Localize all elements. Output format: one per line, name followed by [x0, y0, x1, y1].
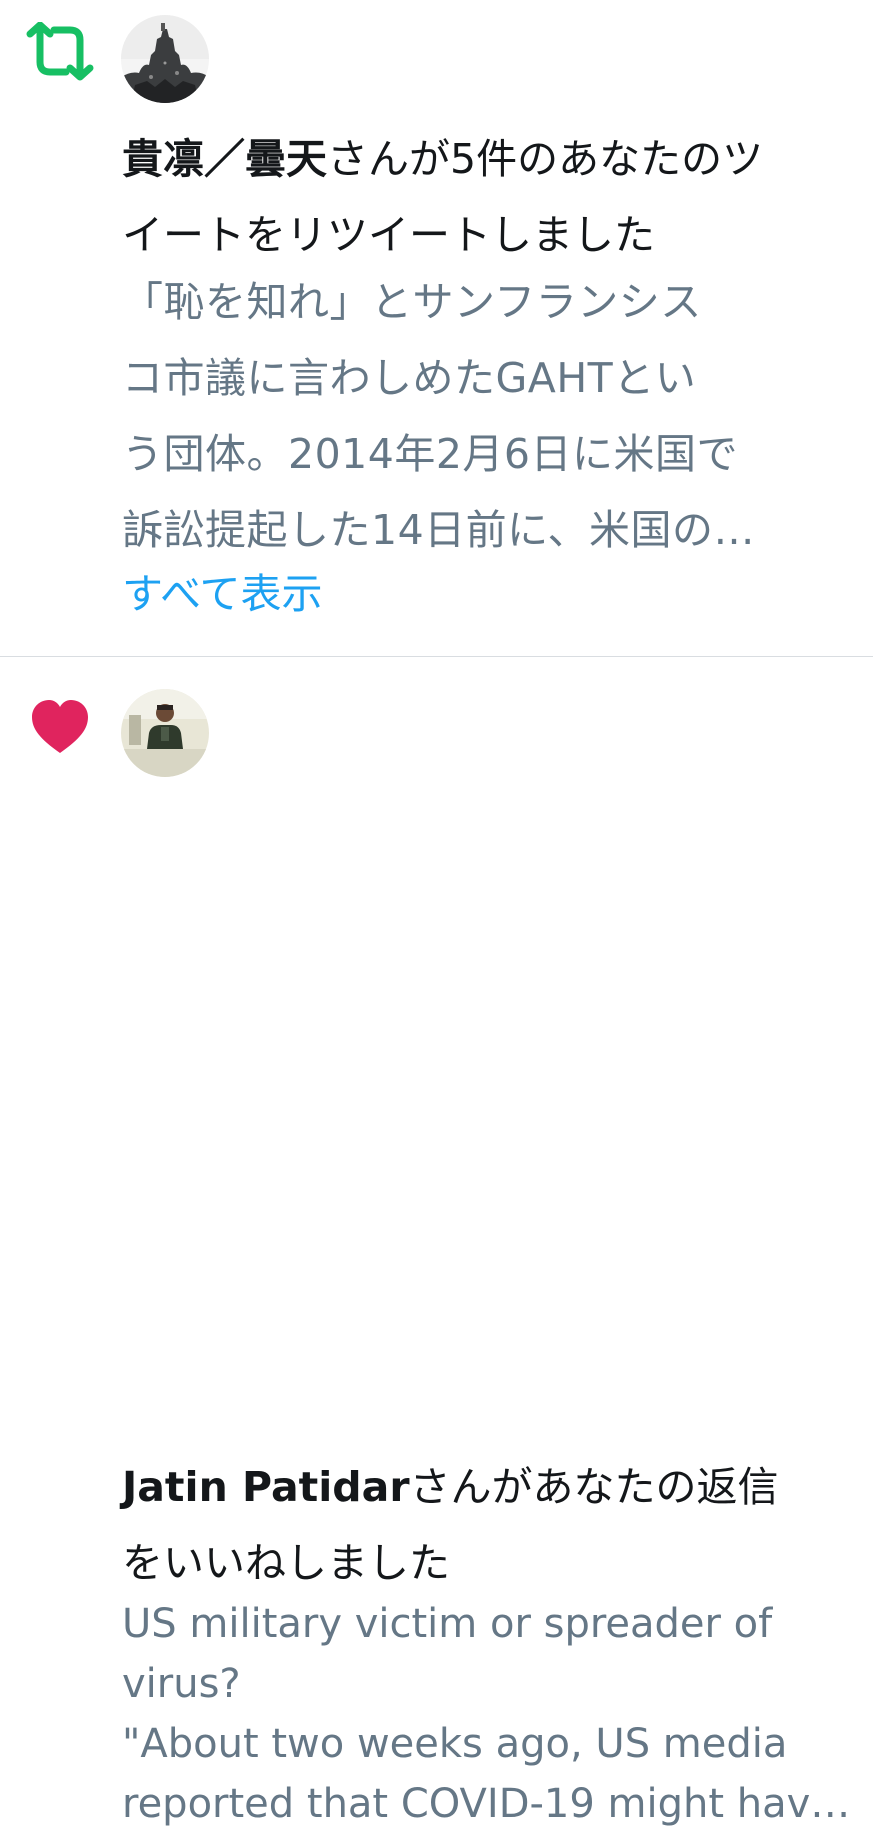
notification-retweet[interactable]: 貴凛／曇天さんが5件のあなたのツイートをリツイートしました 「恥を知れ」とサンフ…	[0, 0, 873, 656]
tweet-line: virus?	[122, 1661, 241, 1707]
retweet-icon	[26, 21, 94, 82]
avatar[interactable]	[121, 15, 209, 103]
tweet-line: 「恥を知れ」とサンフランシス	[122, 278, 702, 326]
tweet-line: reported that COVID-19 might hav…	[122, 1781, 851, 1827]
notification-message: 貴凛／曇天さんが5件のあなたのツイートをリツイートしました	[122, 121, 857, 273]
tweet-line: う団体。2014年2月6日に米国で	[122, 430, 739, 478]
message-text: さんがあなたの返信	[409, 1463, 779, 1511]
notification-message: Jatin Patidarさんがあなたの返信をいいねしました	[122, 1449, 857, 1601]
message-text: さんが5件のあなたのツ	[327, 135, 764, 183]
tweet-line: "About two weeks ago, US media	[122, 1721, 788, 1767]
actor-name[interactable]: 貴凛／曇天	[122, 135, 327, 183]
tweet-line: 訴訟提起した14日前に、米国の…	[122, 506, 755, 554]
tweet-line: US military victim or spreader of	[122, 1601, 773, 1647]
message-text: をいいねしました	[122, 1539, 450, 1587]
message-text: イートをリツイートしました	[122, 211, 655, 259]
tweet-preview[interactable]: US military victim or spreader of virus? "…	[122, 1594, 862, 1834]
heart-icon	[28, 697, 92, 757]
actor-name[interactable]: Jatin Patidar	[122, 1463, 410, 1511]
tweet-preview[interactable]: 「恥を知れ」とサンフランシス コ市議に言わしめたGAHTとい う団体。2014年2月…	[122, 264, 842, 568]
avatar[interactable]	[121, 689, 209, 777]
show-all-link[interactable]: すべて表示	[122, 561, 323, 627]
notification-like[interactable]: Jatin Patidarさんがあなたの返信をいいねしました US milita…	[0, 657, 873, 1827]
tweet-line: コ市議に言わしめたGAHTとい	[122, 354, 697, 402]
